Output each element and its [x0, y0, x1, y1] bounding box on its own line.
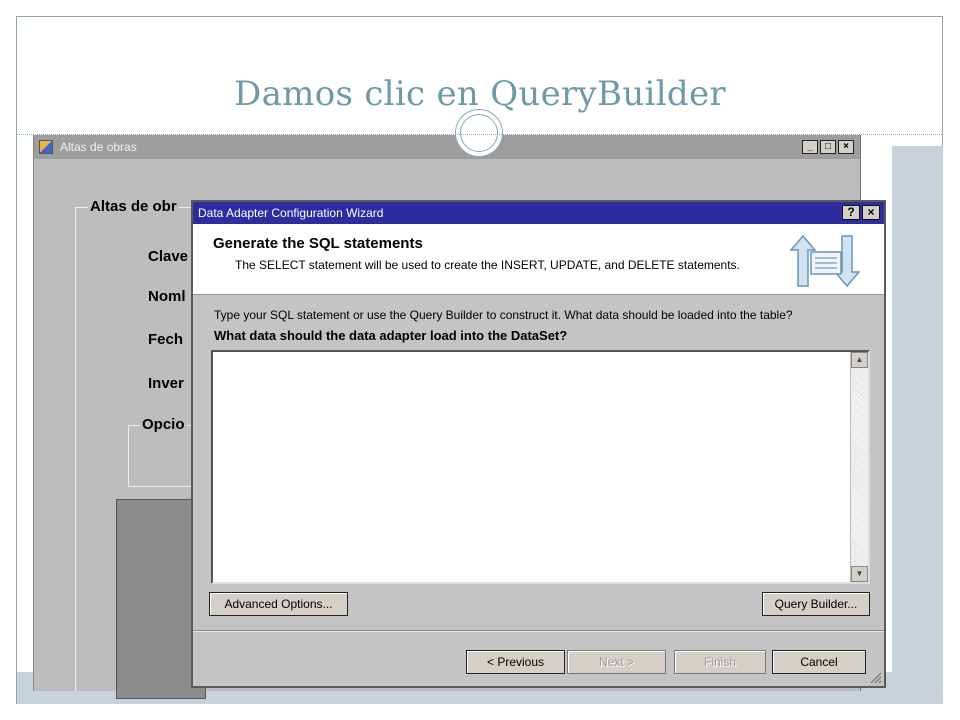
maximize-button[interactable]: □: [820, 140, 836, 154]
cancel-button[interactable]: Cancel: [772, 650, 866, 674]
options-group-label: Opcio: [140, 416, 187, 433]
dialog-separator: [193, 630, 884, 632]
wizard-subheading: The SELECT statement will be used to cre…: [235, 258, 740, 272]
title-ornament-inner: [460, 114, 498, 152]
scroll-up-icon[interactable]: ▲: [851, 352, 868, 368]
resize-grip-icon[interactable]: [868, 670, 882, 684]
next-button[interactable]: Next >: [567, 650, 666, 674]
help-button[interactable]: ?: [842, 205, 860, 220]
field-label-nombre: Noml: [148, 288, 186, 305]
app-icon: [39, 140, 53, 154]
wizard-header: Generate the SQL statements The SELECT s…: [193, 224, 884, 295]
altas-group-label: Altas de obr: [88, 198, 179, 215]
wizard-question: What data should the data adapter load i…: [214, 328, 568, 343]
slide-title: Damos clic en QueryBuilder: [234, 74, 726, 114]
scroll-down-icon[interactable]: ▼: [851, 566, 868, 582]
sql-scrollbar[interactable]: ▲ ▼: [850, 352, 868, 582]
field-label-clave: Clave: [148, 248, 189, 265]
field-label-fecha: Fech: [148, 331, 184, 348]
data-sync-icon: [789, 234, 861, 288]
title-rule: [17, 134, 942, 135]
advanced-options-button[interactable]: Advanced Options...: [209, 592, 348, 616]
finish-button[interactable]: Finish: [674, 650, 766, 674]
wizard-heading: Generate the SQL statements: [213, 235, 423, 252]
altas-window-title: Altas de obras: [60, 140, 137, 154]
close-button[interactable]: ×: [838, 140, 854, 154]
altas-titlebar: Altas de obras _ □ ×: [34, 135, 860, 159]
wizard-instructions: Type your SQL statement or use the Query…: [214, 308, 793, 322]
field-label-inversion: Inver: [148, 375, 184, 392]
wizard-dialog: Data Adapter Configuration Wizard ? × Ge…: [191, 200, 886, 688]
previous-button[interactable]: < Previous: [466, 650, 565, 674]
wizard-title: Data Adapter Configuration Wizard: [198, 206, 384, 220]
slide-deco-right: [892, 146, 943, 704]
minimize-button[interactable]: _: [802, 140, 818, 154]
dialog-close-button[interactable]: ×: [862, 205, 880, 220]
sql-statement-textarea[interactable]: ▲ ▼: [211, 350, 870, 584]
wizard-titlebar: Data Adapter Configuration Wizard ? ×: [193, 202, 884, 224]
query-builder-button[interactable]: Query Builder...: [762, 592, 870, 616]
